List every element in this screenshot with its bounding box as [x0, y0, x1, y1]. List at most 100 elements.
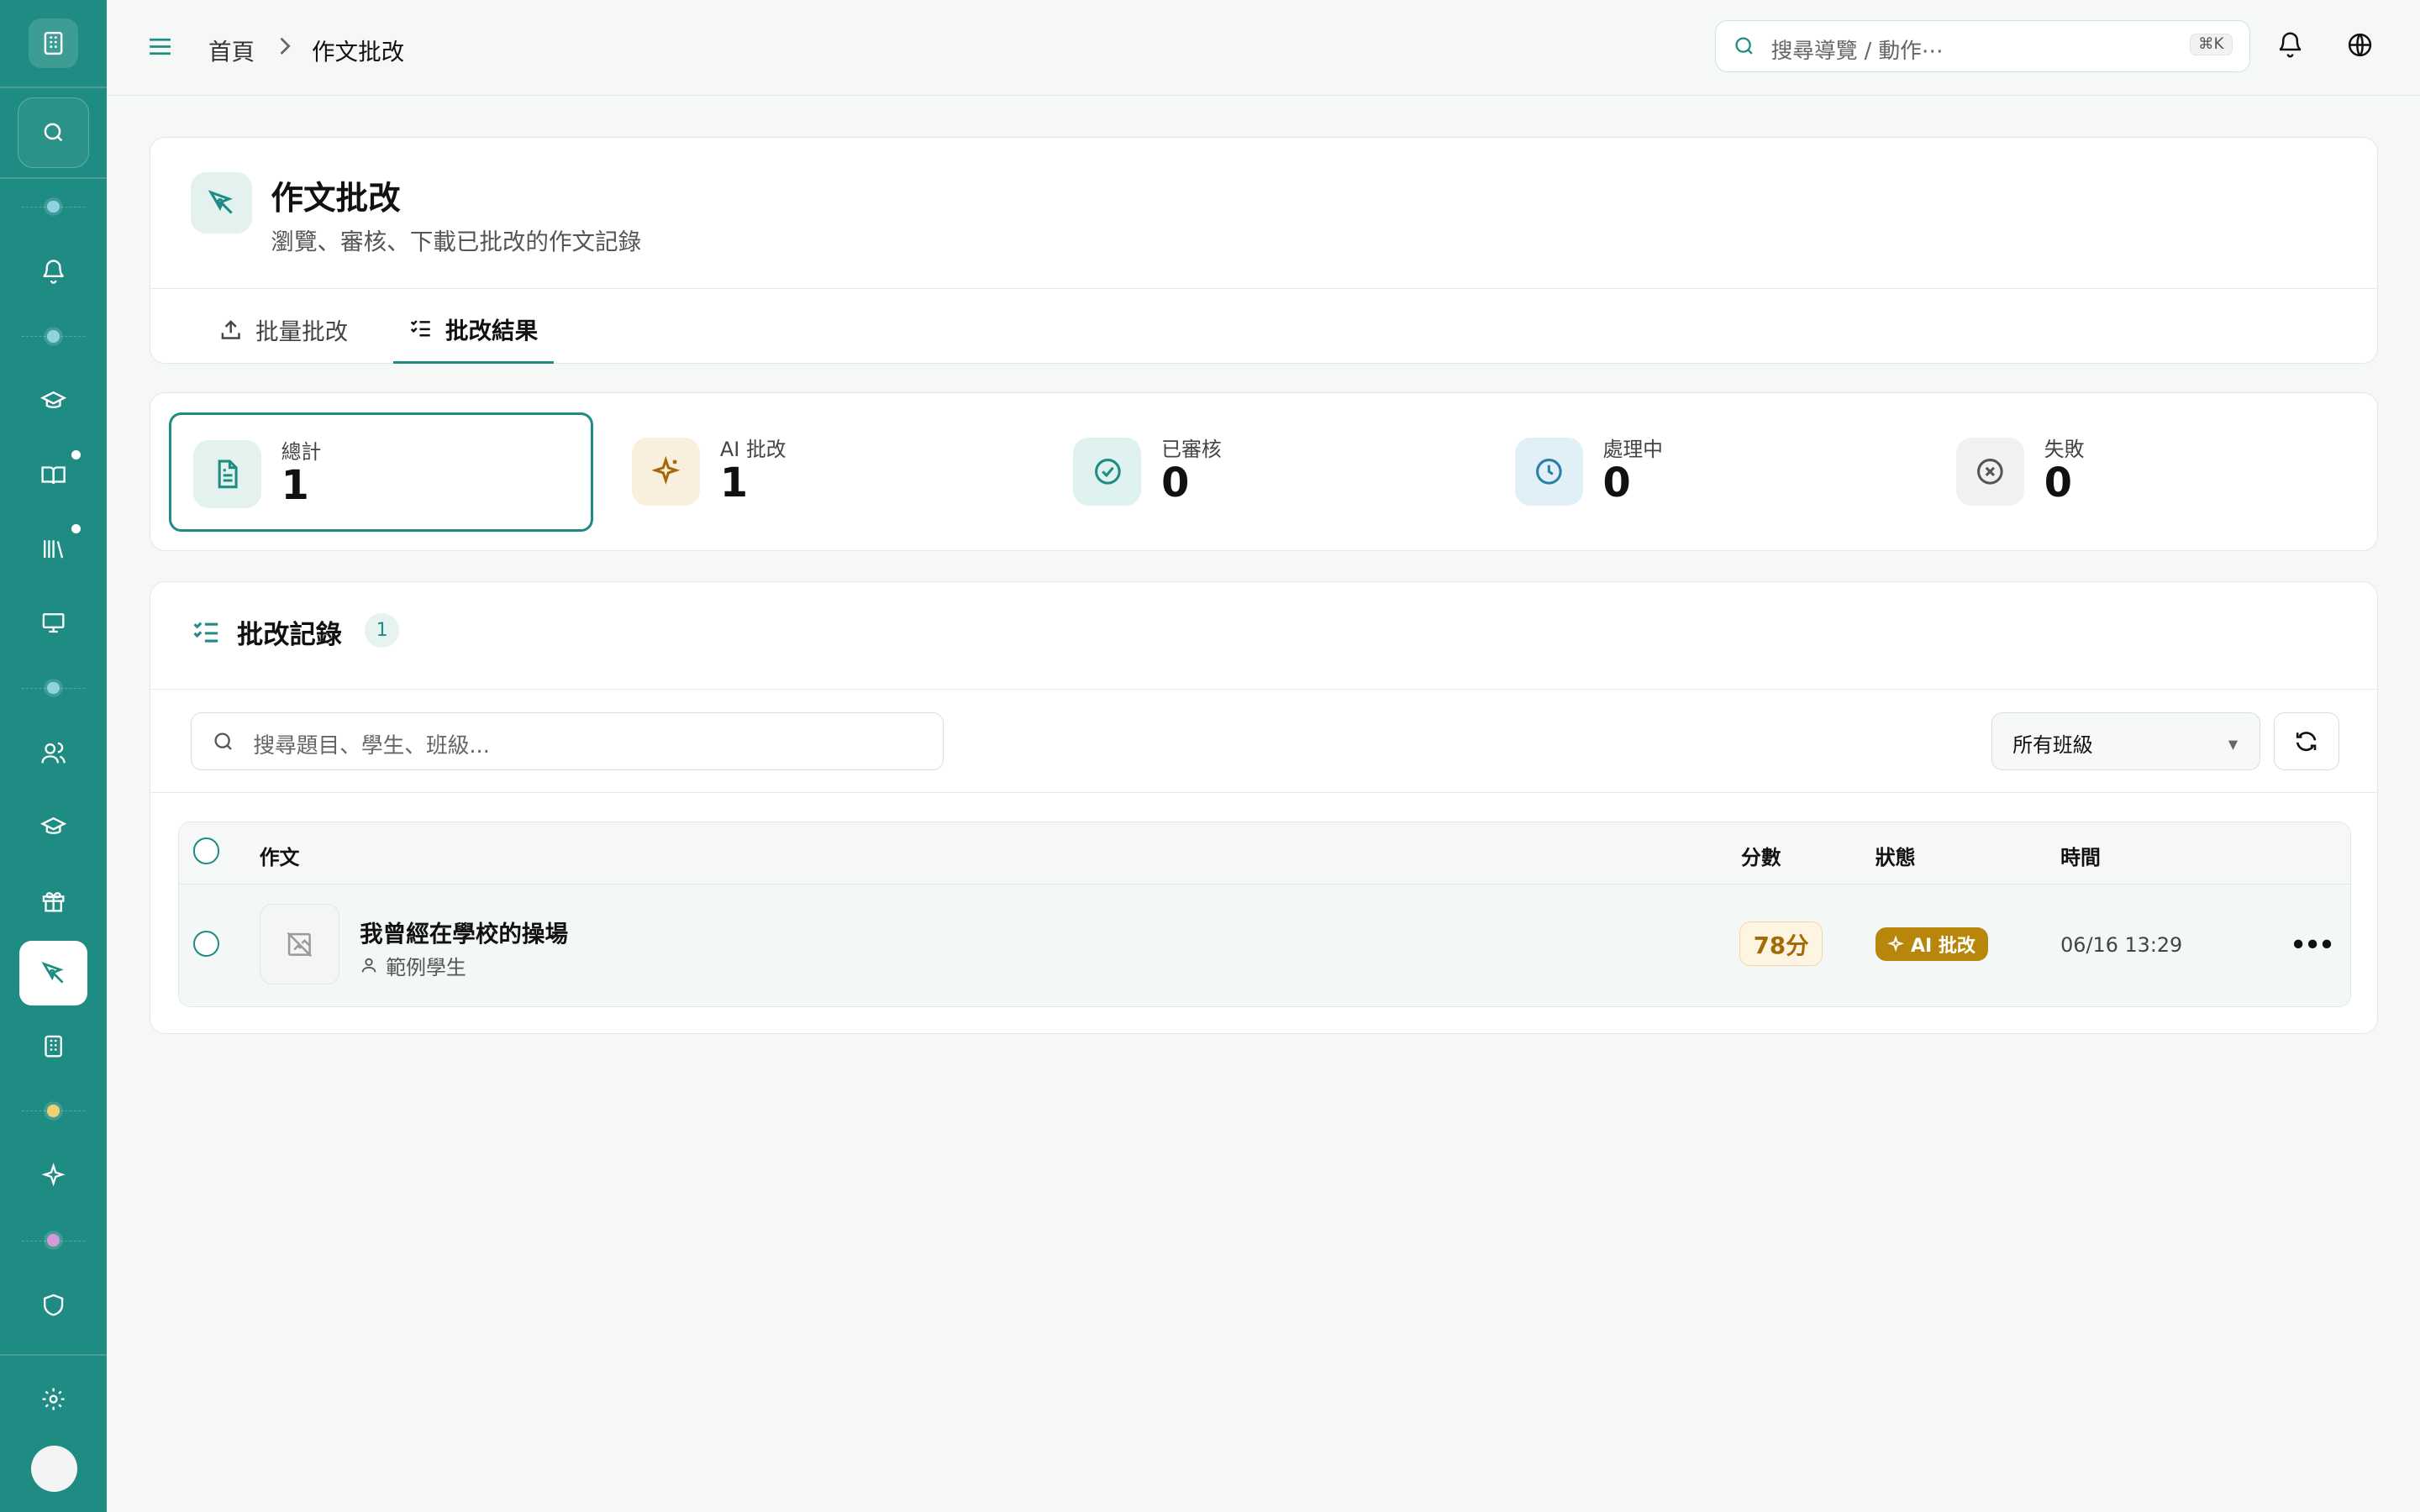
sidebar-item-rewards[interactable]	[19, 867, 87, 935]
stat-icon-box	[1073, 437, 1142, 506]
student-name: 範例學生	[386, 955, 466, 979]
class-filter-value: 所有班級	[2012, 733, 2093, 758]
sidebar-item-courses[interactable]	[19, 367, 87, 435]
table-row[interactable]: 我曾經在學校的操場 範例學生 78分 AI 批改 06/16 13:29 •••	[179, 884, 2351, 1006]
sidebar-item-settings[interactable]	[19, 1365, 87, 1433]
gear-icon	[42, 1388, 65, 1410]
essay-student: 範例學生	[360, 951, 466, 980]
page-title: 作文批改	[271, 179, 401, 218]
stat-label: AI 批改	[719, 438, 786, 462]
status-label: AI 批改	[1910, 936, 1975, 958]
avatar[interactable]	[30, 1445, 77, 1493]
refresh-icon	[2296, 732, 2317, 751]
globe-icon[interactable]	[2346, 31, 2374, 59]
library-icon	[43, 540, 63, 559]
class-filter-select[interactable]: 所有班級 ▼	[1991, 711, 2260, 771]
stat-ai-graded[interactable]: AI 批改 1	[610, 412, 1034, 531]
tab-grading-results[interactable]: 批改結果	[392, 296, 554, 364]
divider	[150, 792, 2378, 793]
stat-label: 總計	[281, 440, 322, 465]
sidebar-item-users[interactable]	[19, 719, 87, 787]
sidebar-item-library[interactable]	[19, 515, 87, 583]
sidebar-search-button[interactable]	[18, 97, 89, 169]
stat-icon-box	[192, 439, 261, 508]
sidebar-divider	[0, 86, 107, 88]
table-header: 作文 分數 狀態 時間	[179, 822, 2351, 885]
tab-batch-grading[interactable]: 批量批改	[203, 296, 364, 364]
header-divider	[150, 287, 2378, 289]
row-checkbox[interactable]	[192, 930, 219, 957]
records-title: 批改記錄	[237, 620, 342, 651]
stat-failed[interactable]: 失敗 0	[1934, 412, 2359, 531]
search-placeholder: 搜尋導覽 / 動作⋯	[1770, 38, 1944, 64]
stat-reviewed[interactable]: 已審核 0	[1052, 412, 1476, 531]
chevron-right-icon	[280, 37, 291, 55]
stat-label: 失敗	[2044, 438, 2085, 462]
pen-tool-icon	[208, 190, 234, 214]
sidebar-group-separator	[0, 308, 107, 364]
global-search-input[interactable]: 搜尋導覽 / 動作⋯ ⌘K	[1714, 19, 2250, 73]
graded-time: 06/16 13:29	[2060, 933, 2183, 958]
sidebar-group-separator	[0, 179, 107, 234]
column-header-essay[interactable]: 作文	[260, 841, 300, 870]
topbar: 首頁 作文批改 搜尋導覽 / 動作⋯ ⌘K	[106, 0, 2420, 96]
grading-records-card: 批改記錄 1 搜尋題目、學生、班級... 所有班級 ▼ 作文 分數 狀態 時間 …	[150, 581, 2379, 1034]
stat-value: 1	[719, 460, 749, 507]
bell-icon[interactable]	[2276, 31, 2304, 59]
page-header-card: 作文批改 瀏覽、審核、下載已批改的作文記錄 批量批改 批改結果	[150, 137, 2379, 365]
stat-value: 0	[1602, 460, 1631, 507]
graduation-cap-icon	[39, 816, 66, 834]
page-icon	[190, 171, 253, 234]
essay-thumbnail	[259, 904, 340, 984]
shield-icon	[43, 1294, 63, 1316]
divider	[150, 689, 2378, 690]
sidebar-item-students[interactable]	[19, 793, 87, 861]
sidebar-item-ai[interactable]	[19, 1142, 87, 1210]
image-off-icon	[287, 932, 313, 957]
sidebar-item-essay-grading[interactable]	[18, 941, 87, 1006]
records-table: 作文 分數 狀態 時間 我曾經在學校的操場 範例學生 78分 AI 批改 06/…	[178, 822, 2352, 1007]
building-logo-icon	[44, 31, 63, 55]
stats-card: 總計 1 AI 批改 1 已審核 0 處理中 0 失敗 0	[150, 391, 2379, 551]
x-circle-icon	[1977, 458, 2003, 485]
sidebar-group-separator	[0, 1083, 107, 1138]
sidebar-item-classroom[interactable]	[19, 590, 87, 658]
stat-label: 已審核	[1161, 438, 1222, 462]
sidebar-item-notifications[interactable]	[19, 238, 87, 306]
bell-icon	[43, 260, 64, 284]
breadcrumb-current: 作文批改	[311, 38, 405, 66]
column-header-time[interactable]: 時間	[2060, 841, 2101, 870]
users-icon	[41, 742, 66, 763]
more-actions-icon[interactable]: •••	[2291, 931, 2335, 959]
page-subtitle: 瀏覽、審核、下載已批改的作文記錄	[271, 228, 642, 256]
keyboard-shortcut-badge: ⌘K	[2189, 33, 2233, 56]
stat-processing[interactable]: 處理中 0	[1493, 412, 1918, 531]
file-text-icon	[218, 459, 238, 489]
sidebar-item-security[interactable]	[19, 1271, 87, 1339]
sparkles-icon	[41, 1162, 66, 1187]
sparkles-icon	[1887, 936, 1905, 953]
stat-value: 0	[2044, 460, 2072, 507]
list-checks-icon	[193, 622, 218, 643]
column-header-score[interactable]: 分數	[1741, 841, 1781, 870]
user-icon	[361, 958, 376, 973]
sidebar-divider	[0, 1354, 107, 1357]
refresh-button[interactable]	[2274, 711, 2339, 771]
sidebar-item-books[interactable]	[19, 441, 87, 509]
pen-tool-icon	[41, 962, 64, 984]
column-header-status[interactable]: 狀態	[1876, 841, 1916, 870]
stat-total[interactable]: 總計 1	[169, 412, 594, 532]
notification-dot	[71, 524, 82, 534]
stat-icon-box	[632, 437, 700, 506]
sparkles-icon	[651, 455, 681, 485]
menu-icon[interactable]	[146, 33, 174, 60]
app-logo[interactable]	[28, 18, 78, 68]
select-all-checkbox[interactable]	[192, 837, 219, 864]
check-circle-icon	[1094, 458, 1121, 485]
essay-title[interactable]: 我曾經在學校的操場	[360, 915, 568, 948]
sidebar-item-school[interactable]	[19, 1012, 87, 1080]
records-search-input[interactable]: 搜尋題目、學生、班級...	[190, 711, 944, 771]
stat-label: 處理中	[1602, 438, 1664, 462]
breadcrumb-home[interactable]: 首頁	[208, 33, 255, 66]
notification-dot	[71, 450, 82, 460]
